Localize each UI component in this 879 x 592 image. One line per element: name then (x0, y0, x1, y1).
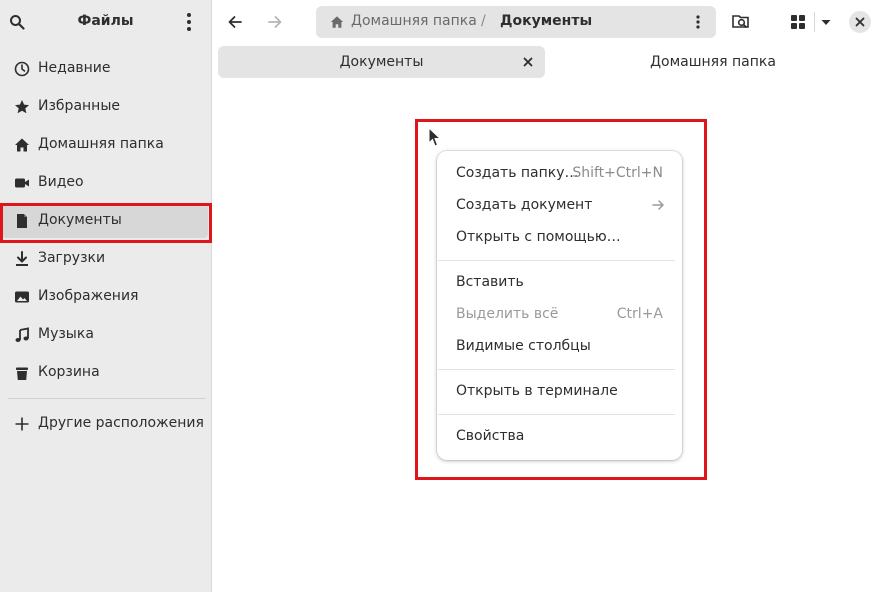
sidebar-item-documents[interactable]: Документы (2, 204, 208, 238)
clock-icon (14, 61, 30, 77)
menu-item-label: Свойства (456, 428, 525, 444)
app-title: Файлы (77, 13, 134, 29)
sidebar-item-music[interactable]: Музыка (2, 318, 208, 352)
menu-item-label: Видимые столбцы (456, 338, 591, 354)
menu-item-label: Выделить всё (456, 306, 559, 322)
menu-separator (438, 414, 675, 415)
video-icon (15, 178, 29, 188)
submenu-arrow-icon (652, 200, 664, 210)
menu-item-new-folder[interactable]: Создать папку… Shift+Ctrl+N (437, 158, 682, 188)
trash-icon (16, 367, 28, 380)
back-arrow-icon[interactable] (223, 10, 247, 34)
tab-label: Документы (339, 54, 424, 70)
close-window-icon[interactable] (848, 10, 872, 34)
chevron-down-icon[interactable] (814, 10, 838, 34)
path-segment-current[interactable]: Документы (500, 13, 592, 29)
menu-item-label: Создать документ (456, 197, 593, 213)
tab-home[interactable]: Домашняя папка (547, 46, 879, 78)
sidebar-separator (8, 398, 206, 399)
sidebar-item-label: Музыка (38, 326, 94, 342)
download-icon (16, 251, 28, 266)
menu-item-select-all: Выделить всё Ctrl+A (437, 299, 682, 329)
close-tab-icon[interactable] (521, 55, 535, 69)
image-icon (15, 291, 29, 303)
menu-item-properties[interactable]: Свойства (437, 421, 682, 451)
home-icon (15, 138, 29, 152)
sidebar: Файлы Недавние Избранные Домашняя папка … (0, 0, 212, 592)
music-icon (15, 327, 29, 342)
menu-item-open-with[interactable]: Открыть с помощью… (437, 222, 682, 252)
menu-item-paste[interactable]: Вставить (437, 267, 682, 297)
menu-separator (438, 369, 675, 370)
plus-icon (15, 417, 29, 431)
grid-view-icon[interactable] (786, 10, 810, 34)
sidebar-item-label: Изображения (38, 288, 139, 304)
sidebar-item-label: Избранные (38, 98, 120, 114)
sidebar-item-label: Корзина (38, 364, 100, 380)
context-menu: Создать папку… Shift+Ctrl+N Создать доку… (437, 151, 682, 460)
menu-item-label: Создать папку… (456, 165, 579, 181)
sidebar-item-downloads[interactable]: Загрузки (2, 242, 208, 276)
sidebar-item-label: Видео (38, 174, 84, 190)
menu-item-accel: Shift+Ctrl+N (572, 165, 663, 181)
tab-label: Домашняя папка (650, 54, 776, 70)
menu-separator (438, 260, 675, 261)
sidebar-item-recent[interactable]: Недавние (2, 52, 208, 86)
sidebar-item-pictures[interactable]: Изображения (2, 280, 208, 314)
document-icon (17, 214, 27, 228)
menu-item-open-terminal[interactable]: Открыть в терминале (437, 376, 682, 406)
sidebar-item-label: Документы (38, 212, 122, 228)
sidebar-item-label: Загрузки (38, 250, 106, 266)
menu-item-label: Открыть в терминале (456, 383, 618, 399)
sidebar-item-label: Другие расположения (38, 415, 204, 431)
star-icon (15, 100, 29, 114)
kebab-menu-icon[interactable] (692, 14, 704, 30)
sidebar-item-label: Домашняя папка (38, 136, 164, 152)
search-folder-icon[interactable] (729, 10, 753, 34)
forward-arrow-icon[interactable] (263, 10, 287, 34)
sidebar-item-trash[interactable]: Корзина (2, 356, 208, 390)
sidebar-item-home[interactable]: Домашняя папка (2, 128, 208, 162)
sidebar-item-video[interactable]: Видео (2, 166, 208, 200)
tab-documents[interactable]: Документы (218, 46, 545, 78)
sidebar-item-label: Недавние (38, 60, 111, 76)
menu-item-new-document[interactable]: Создать документ (437, 190, 682, 220)
menu-item-label: Вставить (456, 274, 524, 290)
kebab-menu-icon[interactable] (181, 12, 197, 32)
sidebar-item-starred[interactable]: Избранные (2, 90, 208, 124)
path-bar: Домашняя папка / Документы (316, 6, 716, 38)
path-separator: / (481, 13, 486, 29)
path-segment-home[interactable]: Домашняя папка (351, 13, 477, 29)
home-icon (330, 16, 344, 28)
sidebar-header: Файлы (0, 0, 211, 44)
menu-item-label: Открыть с помощью… (456, 229, 621, 245)
menu-item-accel: Ctrl+A (616, 306, 663, 322)
sidebar-item-other-locations[interactable]: Другие расположения (2, 407, 208, 441)
mouse-cursor-icon (428, 127, 442, 147)
menu-item-visible-columns[interactable]: Видимые столбцы (437, 331, 682, 361)
